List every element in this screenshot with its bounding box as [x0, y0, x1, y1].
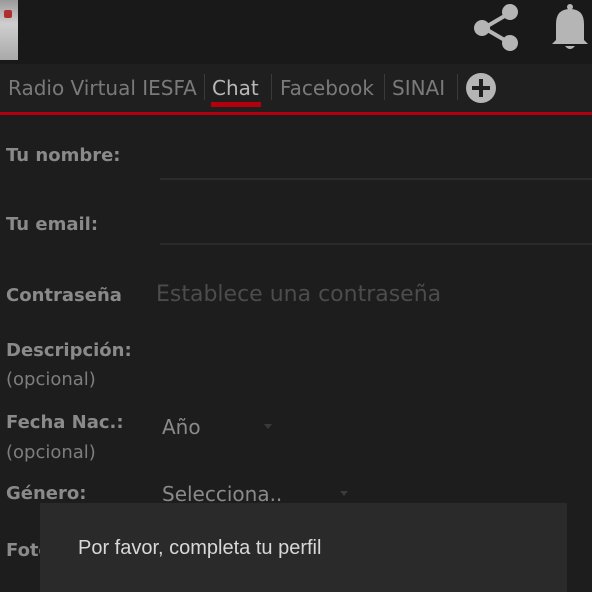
tab-divider: [457, 74, 458, 100]
bell-icon: [552, 4, 588, 49]
tab-radio-virtual[interactable]: Radio Virtual IESFA: [8, 74, 197, 102]
app-logo: [0, 0, 18, 60]
logo-mark: [4, 10, 12, 18]
password-field[interactable]: Establece una contraseña: [156, 282, 441, 307]
tab-strip: Radio Virtual IESFA Chat Facebook SINAI: [0, 64, 592, 112]
email-label: Tu email:: [6, 214, 99, 235]
plus-circle-icon: [466, 73, 496, 103]
share-icon: [474, 4, 518, 51]
tabs-accent-line: [0, 112, 592, 115]
chevron-down-icon: [264, 424, 272, 429]
name-label: Tu nombre:: [6, 145, 121, 166]
toast-text: Por favor, completa tu perfil: [78, 537, 322, 559]
toast-message: Por favor, completa tu perfil: [40, 503, 567, 592]
tab-divider: [271, 74, 272, 100]
tab-divider: [384, 74, 385, 100]
name-field[interactable]: [160, 178, 592, 180]
tab-sinai[interactable]: SINAI: [392, 74, 445, 102]
share-button[interactable]: [468, 0, 524, 56]
birthdate-optional: (opcional): [6, 442, 96, 463]
chevron-down-icon: [340, 491, 348, 496]
app-bar: [0, 0, 592, 64]
description-label: Descripción:: [6, 340, 132, 361]
gender-label: Género:: [6, 483, 87, 504]
notifications-button[interactable]: [546, 0, 592, 56]
tab-facebook[interactable]: Facebook: [280, 74, 374, 102]
birthdate-label: Fecha Nac.:: [6, 412, 124, 433]
year-select[interactable]: Año: [162, 415, 201, 439]
password-label: Contraseña: [6, 285, 122, 306]
tab-chat[interactable]: Chat: [212, 74, 259, 102]
tab-divider: [204, 74, 205, 100]
add-tab-button[interactable]: [465, 72, 497, 104]
email-field[interactable]: [160, 243, 592, 245]
description-optional: (opcional): [6, 369, 96, 390]
active-tab-indicator: [211, 102, 261, 107]
